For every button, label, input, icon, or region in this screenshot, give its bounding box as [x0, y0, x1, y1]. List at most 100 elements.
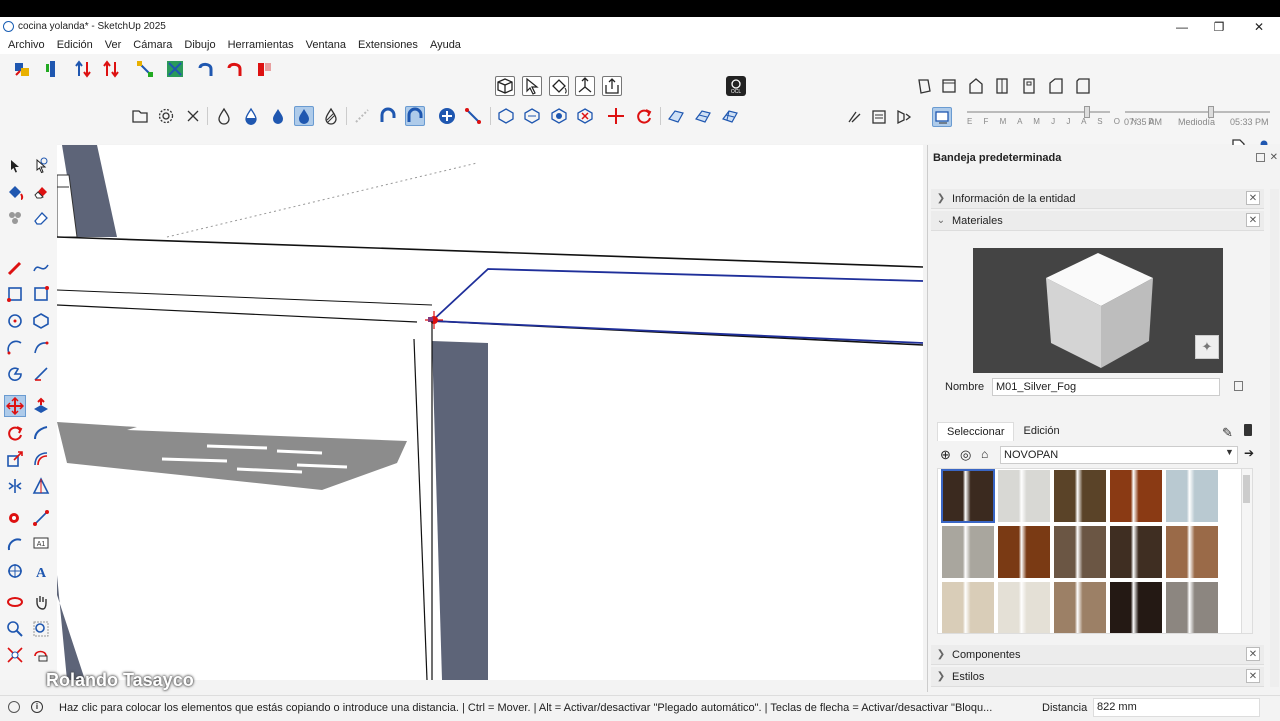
info-icon[interactable]: i: [31, 701, 43, 713]
axes-icon[interactable]: [575, 76, 595, 96]
flip-tool-icon[interactable]: [4, 475, 26, 497]
geo-location-icon[interactable]: [8, 701, 20, 713]
material-swatch[interactable]: [1166, 470, 1218, 522]
pencil-tool-icon[interactable]: [4, 257, 26, 279]
sandbox-4-icon[interactable]: [575, 106, 595, 126]
mesh-2-icon[interactable]: [693, 106, 713, 126]
sparkle-icon[interactable]: ✦: [1195, 335, 1219, 359]
tray-close-icon[interactable]: ✕: [1270, 152, 1278, 163]
material-swatch[interactable]: [1110, 526, 1162, 578]
section-plane-icon[interactable]: [894, 107, 914, 127]
components-section[interactable]: ❯ Componentes ✕: [931, 645, 1264, 665]
select-arrow-icon[interactable]: [522, 76, 542, 96]
material-swatch[interactable]: [998, 470, 1050, 522]
previous-view-icon[interactable]: [30, 644, 52, 666]
right-view-icon[interactable]: [992, 76, 1012, 96]
protractor-tool-icon[interactable]: [4, 533, 26, 555]
lasso-tool-icon[interactable]: [30, 155, 52, 177]
close-icon[interactable]: ✕: [1246, 647, 1260, 661]
restore-button[interactable]: ❐: [1200, 17, 1238, 36]
components-tool-icon[interactable]: [4, 207, 26, 229]
solid-tools-icon[interactable]: [130, 106, 150, 126]
tab-select[interactable]: Seleccionar: [937, 422, 1015, 441]
pie-tool-icon[interactable]: [4, 363, 26, 385]
menu-ver[interactable]: Ver: [105, 39, 122, 51]
monochrome-drop-icon[interactable]: [321, 106, 341, 126]
mesh-1-icon[interactable]: [666, 106, 686, 126]
left-view-icon[interactable]: [1046, 76, 1066, 96]
add-material-icon[interactable]: ⊕: [940, 447, 951, 463]
zoom-extents-icon[interactable]: [4, 644, 26, 666]
time-slider-track[interactable]: [1125, 111, 1270, 113]
textured-drop-icon[interactable]: [294, 106, 314, 126]
materials-section[interactable]: ⌄ Materiales ✕: [931, 211, 1264, 231]
sandbox-1-icon[interactable]: [496, 106, 516, 126]
two-point-arc-icon[interactable]: [30, 337, 52, 359]
back-view-icon[interactable]: [1019, 76, 1039, 96]
rotate-arrows-icon[interactable]: [634, 106, 654, 126]
wireframe-drop-icon[interactable]: [241, 106, 261, 126]
top-view-icon[interactable]: [939, 76, 959, 96]
sandbox-3-icon[interactable]: [549, 106, 569, 126]
iso-view-icon[interactable]: [913, 76, 933, 96]
menu-ayuda[interactable]: Ayuda: [430, 39, 461, 51]
tray-scrollbar[interactable]: [1270, 189, 1279, 687]
tray-pin-icon[interactable]: [1256, 153, 1265, 162]
cross-icon[interactable]: [183, 106, 203, 126]
tag-eraser-icon[interactable]: [30, 207, 52, 229]
scale-tool-icon[interactable]: [4, 448, 26, 470]
polygon-tool-icon[interactable]: [30, 310, 52, 332]
material-swatch[interactable]: [1054, 582, 1106, 633]
material-swatch[interactable]: [1110, 470, 1162, 522]
rectangle-tool-icon[interactable]: [4, 283, 26, 305]
mesh-3-icon[interactable]: [720, 106, 740, 126]
push-pull-tool-icon[interactable]: [30, 395, 52, 417]
paint-sample-icon[interactable]: [1244, 424, 1252, 436]
extension-tool-2-icon[interactable]: [42, 59, 62, 79]
line-point-icon[interactable]: [463, 106, 483, 126]
paint-bucket-icon[interactable]: [549, 76, 569, 96]
sandbox-2-icon[interactable]: [522, 106, 542, 126]
add-circle-icon[interactable]: [437, 106, 457, 126]
shadows-toggle-icon[interactable]: [932, 107, 952, 127]
export-icon[interactable]: [602, 76, 622, 96]
bottom-view-icon[interactable]: [1073, 76, 1093, 96]
text-tool-icon[interactable]: A1: [30, 533, 52, 555]
scenes-icon[interactable]: [845, 107, 865, 127]
tab-edit[interactable]: Edición: [1014, 422, 1068, 441]
paint-tool-icon[interactable]: [4, 181, 26, 203]
extension-tool-8-icon[interactable]: [225, 59, 245, 79]
ocl-extension-icon[interactable]: OCL: [726, 76, 746, 96]
minimize-button[interactable]: —: [1163, 17, 1201, 36]
menu-camara[interactable]: Cámara: [133, 39, 172, 51]
zoom-window-icon[interactable]: [30, 618, 52, 640]
menu-archivo[interactable]: Archivo: [8, 39, 45, 51]
follow-me-tool-icon[interactable]: [30, 422, 52, 444]
material-swatch[interactable]: [1166, 526, 1218, 578]
details-arrow-icon[interactable]: ➔: [1244, 446, 1254, 460]
swatch-scrollbar[interactable]: [1241, 469, 1252, 633]
arc-tool-icon[interactable]: [4, 337, 26, 359]
settings-gear-icon[interactable]: [156, 106, 176, 126]
magnet-active-icon[interactable]: [405, 106, 425, 126]
material-swatch[interactable]: [942, 582, 994, 633]
3d-text-tool-icon[interactable]: A: [30, 560, 52, 582]
home-icon[interactable]: ⌂: [981, 447, 988, 461]
model-materials-icon[interactable]: ◎: [960, 447, 971, 463]
close-button[interactable]: ✕: [1240, 17, 1278, 36]
snap-off-icon[interactable]: [352, 106, 372, 126]
entity-info-section[interactable]: ❯ Información de la entidad ✕: [931, 189, 1264, 209]
circle-tool-icon[interactable]: [4, 310, 26, 332]
tape-measure-icon[interactable]: [4, 507, 26, 529]
xray-drop-icon[interactable]: [214, 106, 234, 126]
scrollbar-thumb[interactable]: [1243, 475, 1250, 503]
extension-tool-7-icon[interactable]: [196, 59, 216, 79]
orbit-tool-icon[interactable]: [4, 591, 26, 613]
zoom-tool-icon[interactable]: [4, 618, 26, 640]
material-library-select[interactable]: NOVOPAN: [1000, 446, 1238, 464]
extension-tool-5-icon[interactable]: [135, 59, 155, 79]
magnet-icon[interactable]: [378, 106, 398, 126]
close-icon[interactable]: ✕: [1246, 669, 1260, 683]
shaded-drop-icon[interactable]: [268, 106, 288, 126]
three-point-arc-icon[interactable]: [30, 363, 52, 385]
